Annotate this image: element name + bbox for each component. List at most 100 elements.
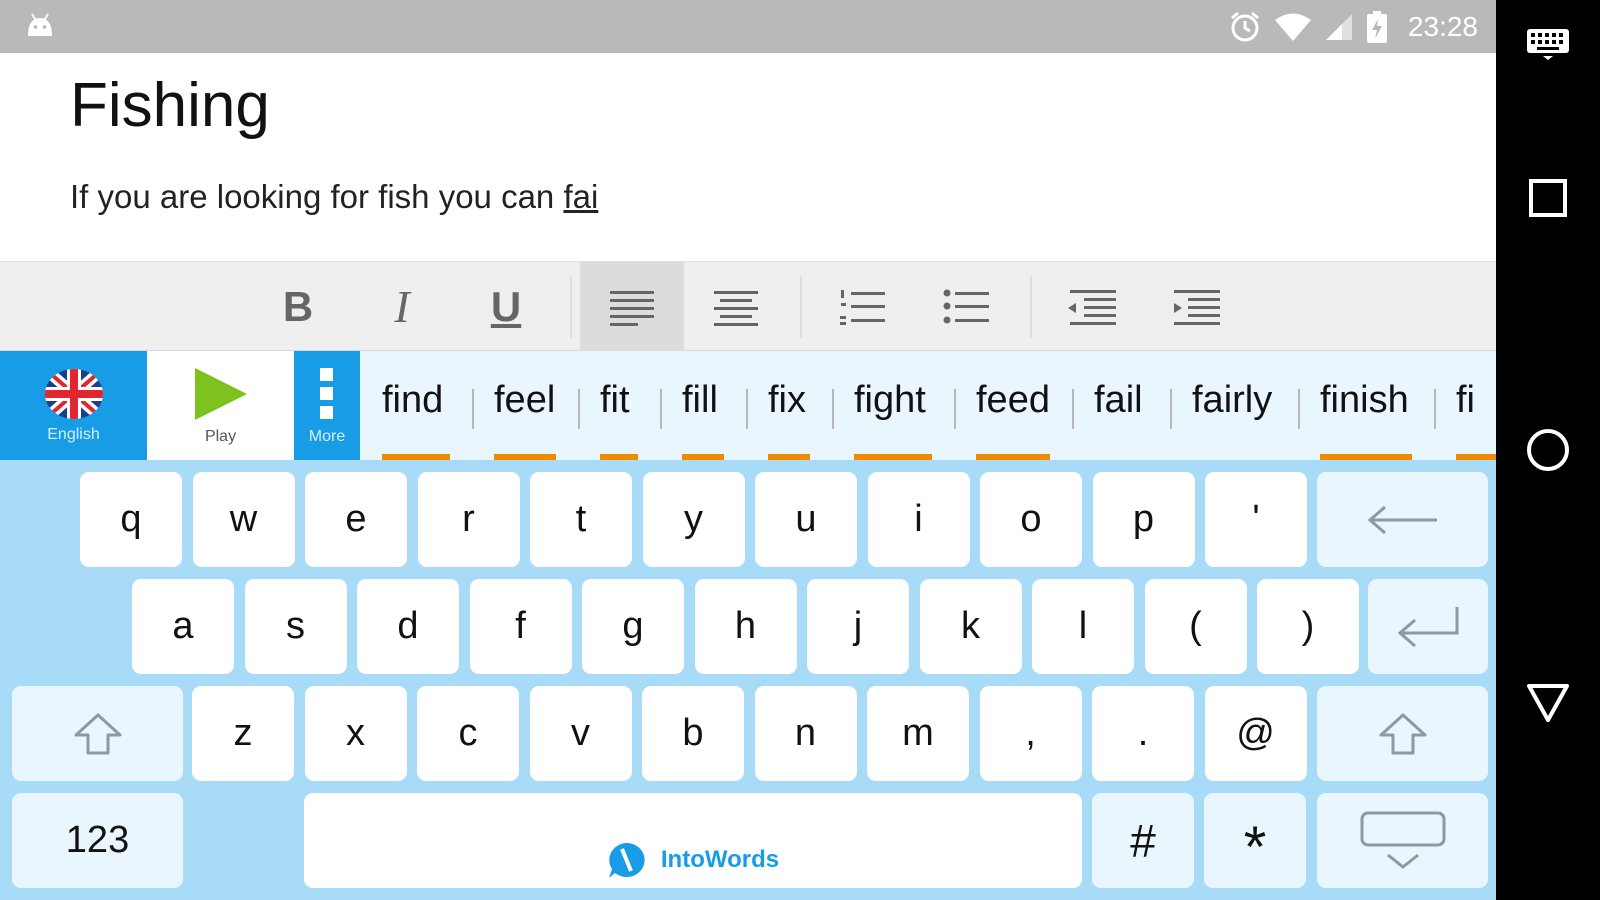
play-button[interactable]: Play: [147, 351, 294, 460]
key[interactable]: ': [1205, 472, 1307, 567]
key[interactable]: p: [1092, 472, 1195, 567]
language-button[interactable]: English: [0, 351, 147, 460]
backspace-key[interactable]: [1317, 472, 1488, 567]
back-button[interactable]: [1496, 675, 1600, 731]
key[interactable]: d: [357, 579, 459, 674]
key[interactable]: a: [132, 579, 234, 674]
key-label: b: [682, 712, 704, 754]
word-suggestion[interactable]: fi: [1456, 351, 1496, 460]
key[interactable]: v: [529, 686, 632, 781]
shift-key-left[interactable]: [12, 686, 183, 781]
key[interactable]: ): [1257, 579, 1359, 674]
key[interactable]: l: [1032, 579, 1134, 674]
align-left-button[interactable]: [580, 262, 684, 351]
numbers-key-label: 123: [65, 819, 130, 861]
word-suggestion-label: fit: [600, 379, 630, 421]
key[interactable]: g: [582, 579, 684, 674]
word-suggestions: find feel fit fill fix fight feed fail fairly fin…: [360, 351, 1496, 460]
hash-key[interactable]: #: [1092, 793, 1194, 888]
signal-icon: [1325, 13, 1352, 40]
align-left-icon: [610, 290, 654, 326]
key-label: n: [794, 712, 817, 754]
home-circle-icon: [1527, 429, 1569, 471]
intowords-brand: IntoWords: [304, 841, 1082, 879]
key[interactable]: q: [80, 472, 182, 567]
word-separator: [1072, 389, 1074, 429]
key[interactable]: u: [755, 472, 857, 567]
keyboard-switch-button[interactable]: [1496, 20, 1600, 68]
underline-button[interactable]: U: [454, 262, 558, 351]
word-suggestion-label: fill: [682, 379, 718, 421]
bullet-list-button[interactable]: [914, 262, 1018, 351]
key-label: a: [172, 605, 194, 647]
indent-button[interactable]: [1144, 262, 1248, 351]
word-suggestion-label: feel: [494, 379, 556, 421]
more-button[interactable]: More: [294, 351, 360, 460]
document-title[interactable]: Fishing: [70, 70, 270, 141]
key[interactable]: ,: [979, 686, 1082, 781]
key-label: c: [458, 712, 478, 754]
space-key[interactable]: IntoWords: [304, 793, 1082, 888]
key[interactable]: n: [754, 686, 857, 781]
key[interactable]: s: [244, 579, 347, 674]
bold-button[interactable]: B: [246, 262, 350, 351]
keyboard: q w e r t y u i o p ' a s d f g h j k l () z x c v b n m,. @: [0, 460, 1496, 900]
recents-button[interactable]: [1496, 170, 1600, 226]
key[interactable]: z: [192, 686, 294, 781]
key[interactable]: j: [807, 579, 909, 674]
word-separator: [1434, 389, 1436, 429]
key[interactable]: e: [305, 472, 407, 567]
numbered-list-button[interactable]: [810, 262, 914, 351]
alarm-icon: [1230, 11, 1259, 41]
star-key[interactable]: *: [1204, 793, 1306, 888]
word-suggestion[interactable]: fill: [682, 351, 724, 460]
key[interactable]: r: [417, 472, 520, 567]
word-separator: [578, 389, 580, 429]
hide-keyboard-key[interactable]: [1317, 793, 1488, 888]
word-suggestion[interactable]: fail: [1094, 351, 1148, 460]
word-suggestion[interactable]: find: [382, 351, 450, 460]
key-label: p: [1132, 498, 1155, 540]
key[interactable]: k: [919, 579, 1022, 674]
key[interactable]: h: [694, 579, 797, 674]
word-suggestion[interactable]: fix: [768, 351, 810, 460]
key[interactable]: o: [980, 472, 1082, 567]
key[interactable]: c: [417, 686, 519, 781]
key[interactable]: w: [192, 472, 295, 567]
home-button[interactable]: [1496, 420, 1600, 480]
key[interactable]: t: [530, 472, 632, 567]
enter-key[interactable]: [1368, 579, 1488, 674]
word-suggestion[interactable]: fit: [600, 351, 638, 460]
key-label: .: [1137, 712, 1149, 754]
key-label: ': [1252, 498, 1260, 540]
numbers-key[interactable]: 123: [12, 793, 183, 888]
word-suggestion[interactable]: fight: [854, 351, 932, 460]
word-suggestion[interactable]: feed: [976, 351, 1050, 460]
align-center-button[interactable]: [684, 262, 788, 351]
indent-icon: [1174, 289, 1220, 325]
word-suggestion-label: find: [382, 379, 444, 421]
key[interactable]: (: [1144, 579, 1247, 674]
key[interactable]: @: [1204, 686, 1307, 781]
key[interactable]: x: [304, 686, 407, 781]
outdent-button[interactable]: [1040, 262, 1144, 351]
word-suggestion[interactable]: finish: [1320, 351, 1412, 460]
key-label: w: [229, 498, 258, 540]
word-suggestion-label: fail: [1094, 379, 1143, 421]
key[interactable]: f: [469, 579, 572, 674]
shift-key-right[interactable]: [1317, 686, 1488, 781]
key[interactable]: b: [642, 686, 744, 781]
word-separator: [954, 389, 956, 429]
key[interactable]: m: [867, 686, 969, 781]
word-suggestion-label: fight: [854, 379, 926, 421]
uk-flag-icon: [44, 368, 103, 419]
document-body[interactable]: If you are looking for fish you can fai: [70, 178, 598, 216]
italic-button[interactable]: I: [350, 262, 454, 351]
word-separator: [472, 389, 474, 429]
key[interactable]: y: [642, 472, 745, 567]
word-suggestion[interactable]: fairly: [1192, 351, 1276, 460]
key[interactable]: i: [867, 472, 970, 567]
word-suggestion[interactable]: feel: [494, 351, 556, 460]
key-label: ,: [1025, 712, 1036, 754]
key[interactable]: .: [1092, 686, 1194, 781]
